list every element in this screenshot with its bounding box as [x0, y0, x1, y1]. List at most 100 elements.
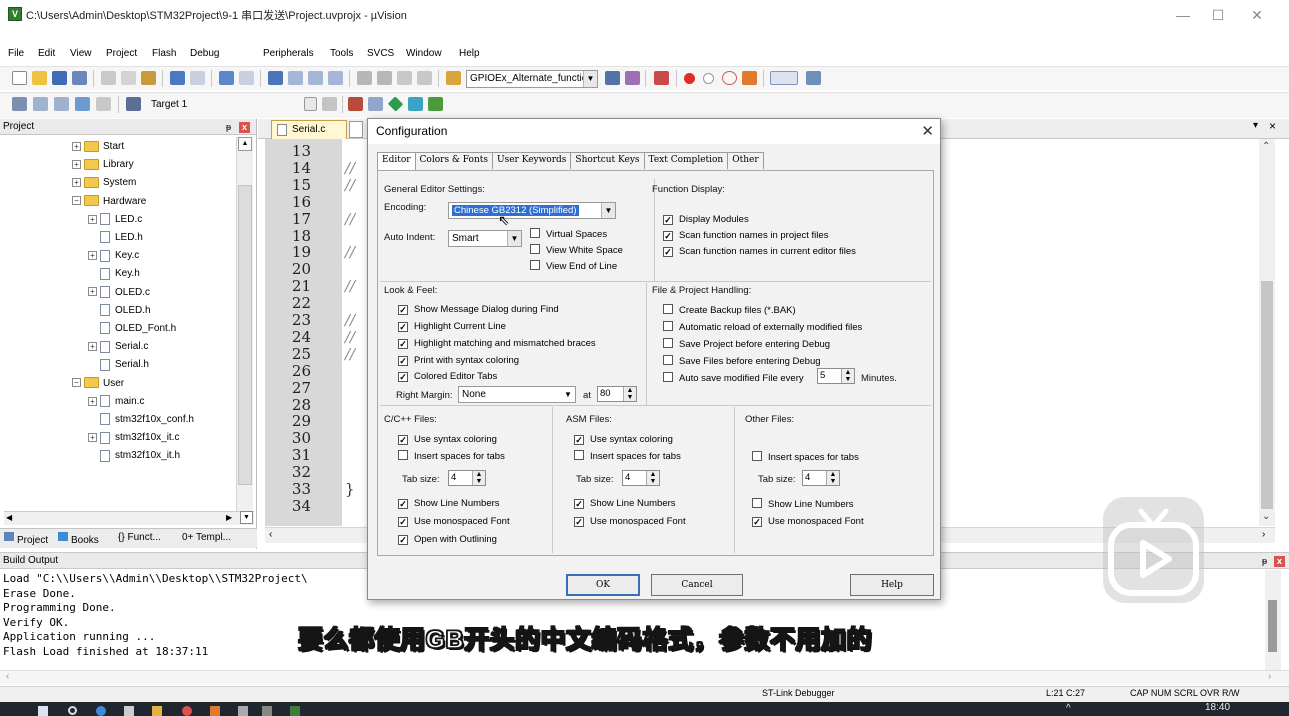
tree-folder-system[interactable]: + System — [72, 175, 136, 191]
auto-reload-checkbox[interactable]: Automatic reload of externally modified … — [663, 321, 862, 334]
configure-tools-icon[interactable] — [806, 71, 821, 85]
close-panel-icon[interactable]: x — [1274, 556, 1285, 567]
app-icon[interactable] — [262, 706, 272, 716]
ok-button[interactable]: OK — [566, 574, 640, 596]
pin-icon[interactable]: ᵽ — [1262, 553, 1267, 569]
find-combo[interactable]: GPIOEx_Alternate_functic ▼ — [466, 70, 598, 88]
auto-indent-select[interactable]: Smart ▼ — [448, 230, 522, 247]
cpp-syntax-checkbox[interactable]: ✓ Use syntax coloring — [398, 434, 497, 446]
expand-icon[interactable]: + — [88, 433, 97, 443]
tab-list-icon[interactable]: ▾ — [1253, 120, 1258, 131]
app-icon[interactable] — [210, 706, 220, 716]
menu-window[interactable]: Window — [406, 48, 442, 59]
pin-icon[interactable]: ᵽ — [226, 119, 231, 135]
scroll-right-icon[interactable]: ▶ — [226, 513, 232, 522]
menu-help[interactable]: Help — [459, 48, 480, 59]
output-scrollbar[interactable] — [1265, 570, 1281, 670]
disable-breakpoint-icon[interactable] — [703, 73, 714, 84]
other-tab-size-spinner[interactable]: 4 ▲ ▼ — [802, 470, 840, 486]
auto-save-spinner[interactable]: 5 ▲ ▼ — [817, 368, 855, 384]
tray-chevron-icon[interactable]: ^ — [1066, 703, 1071, 714]
nav-forward-icon[interactable] — [239, 71, 254, 85]
save-project-debug-checkbox[interactable]: Save Project before entering Debug — [663, 338, 830, 351]
save-files-debug-checkbox[interactable]: Save Files before entering Debug — [663, 355, 821, 368]
uvision-taskbar-icon[interactable] — [290, 706, 300, 716]
target-combo[interactable]: Target 1 — [148, 97, 302, 115]
tree-file-stm32f10x-it-h[interactable]: stm32f10x_it.h — [88, 448, 180, 464]
tree-folder-start[interactable]: + Start — [72, 139, 124, 155]
translate-icon[interactable] — [12, 97, 27, 111]
tab-other[interactable]: Other — [727, 152, 764, 169]
app-icon[interactable] — [182, 706, 192, 716]
project-scrollbar[interactable]: ▲ — [236, 137, 253, 511]
tab-templates[interactable]: 0+ Templ... — [182, 532, 231, 543]
menu-project[interactable]: Project — [106, 48, 137, 59]
tree-file-oled-font-h[interactable]: OLED_Font.h — [88, 321, 176, 337]
menu-view[interactable]: View — [70, 48, 92, 59]
unindent-icon[interactable] — [377, 71, 392, 85]
tree-file-stm32f10x-it-c[interactable]: + stm32f10x_it.c — [88, 430, 179, 446]
chevron-down-icon[interactable]: ▼ — [583, 71, 597, 87]
other-mono-checkbox[interactable]: ✓ Use monospaced Font — [752, 516, 864, 528]
comment-icon[interactable] — [397, 71, 412, 85]
virtual-spaces-checkbox[interactable]: Virtual Spaces — [530, 228, 607, 241]
indent-icon[interactable] — [357, 71, 372, 85]
asm-mono-checkbox[interactable]: ✓ Use monospaced Font — [574, 516, 686, 528]
tab-functions[interactable]: {} Funct... — [118, 532, 161, 543]
project-hscrollbar[interactable]: ◀ ▶ ▼ — [4, 511, 254, 525]
bookmark-icon[interactable] — [268, 71, 283, 85]
close-icon[interactable]: ✕ — [921, 119, 934, 144]
explorer-icon[interactable] — [152, 706, 162, 716]
margin-column-spinner[interactable]: 80 ▲ ▼ — [597, 386, 637, 402]
cpp-spaces-checkbox[interactable]: Insert spaces for tabs — [398, 450, 505, 463]
close-tab-icon[interactable]: × — [1269, 119, 1276, 133]
asm-line-numbers-checkbox[interactable]: ✓ Show Line Numbers — [574, 498, 676, 510]
tree-file-stm32f10x-conf-h[interactable]: stm32f10x_conf.h — [88, 412, 194, 428]
menu-flash[interactable]: Flash — [152, 48, 176, 59]
asm-tab-size-spinner[interactable]: 4 ▲ ▼ — [622, 470, 660, 486]
scroll-right-icon[interactable]: › — [1262, 529, 1265, 540]
spin-arrows-icon[interactable]: ▲ ▼ — [646, 471, 659, 485]
start-icon[interactable] — [38, 706, 48, 716]
maximize-button[interactable]: ☐ — [1201, 2, 1235, 28]
select-packs-icon[interactable] — [408, 97, 423, 111]
menu-svcs[interactable]: SVCS — [367, 48, 394, 59]
expand-icon[interactable]: + — [72, 160, 81, 170]
tree-file-serial-c[interactable]: + Serial.c — [88, 339, 148, 355]
tree-file-oled-c[interactable]: + OLED.c — [88, 285, 150, 301]
cpp-tab-size-spinner[interactable]: 4 ▲ ▼ — [448, 470, 486, 486]
incremental-find-icon[interactable] — [625, 71, 640, 85]
editor-tab-partial[interactable] — [349, 121, 363, 138]
clear-breakpoints-icon[interactable] — [722, 71, 737, 85]
target-options-icon[interactable] — [322, 97, 337, 111]
scan-editor-files-checkbox[interactable]: ✓ Scan function names in current editor f… — [663, 246, 856, 258]
chevron-down-icon[interactable]: ▼ — [507, 231, 521, 246]
tree-file-main-c[interactable]: + main.c — [88, 394, 144, 410]
breakpoint-icon[interactable] — [684, 73, 695, 84]
output-scroll-thumb[interactable] — [1268, 600, 1277, 652]
minimize-button[interactable]: — — [1166, 2, 1200, 28]
expand-icon[interactable]: + — [72, 141, 81, 151]
close-panel-icon[interactable]: x — [239, 122, 250, 133]
auto-save-checkbox[interactable]: Auto save modified File every — [663, 372, 804, 385]
menu-edit[interactable]: Edit — [38, 48, 55, 59]
cpp-line-numbers-checkbox[interactable]: ✓ Show Line Numbers — [398, 498, 500, 510]
manage-project-icon[interactable] — [348, 97, 363, 111]
tab-user-keywords[interactable]: User Keywords — [492, 152, 572, 169]
uncomment-icon[interactable] — [417, 71, 432, 85]
save-all-icon[interactable] — [72, 71, 87, 85]
editor-scrollbar[interactable]: ⌃ ⌄ — [1259, 139, 1275, 526]
tab-editor[interactable]: Editor — [377, 152, 416, 171]
scroll-thumb[interactable] — [238, 185, 252, 485]
print-syntax-coloring-checkbox[interactable]: ✓ Print with syntax coloring — [398, 355, 519, 367]
tab-colors-fonts[interactable]: Colors & Fonts — [414, 152, 494, 169]
stop-build-icon[interactable] — [96, 97, 111, 111]
tab-project[interactable]: Project — [4, 532, 48, 546]
expand-icon[interactable]: + — [72, 178, 81, 188]
pack-installer-icon[interactable] — [387, 96, 404, 112]
output-hscrollbar[interactable]: ‹ › — [0, 670, 1289, 685]
tree-file-led-c[interactable]: + LED.c — [88, 212, 142, 228]
menu-tools[interactable]: Tools — [330, 48, 353, 59]
cut-icon[interactable] — [101, 71, 116, 85]
spin-arrows-icon[interactable]: ▲ ▼ — [623, 387, 636, 401]
